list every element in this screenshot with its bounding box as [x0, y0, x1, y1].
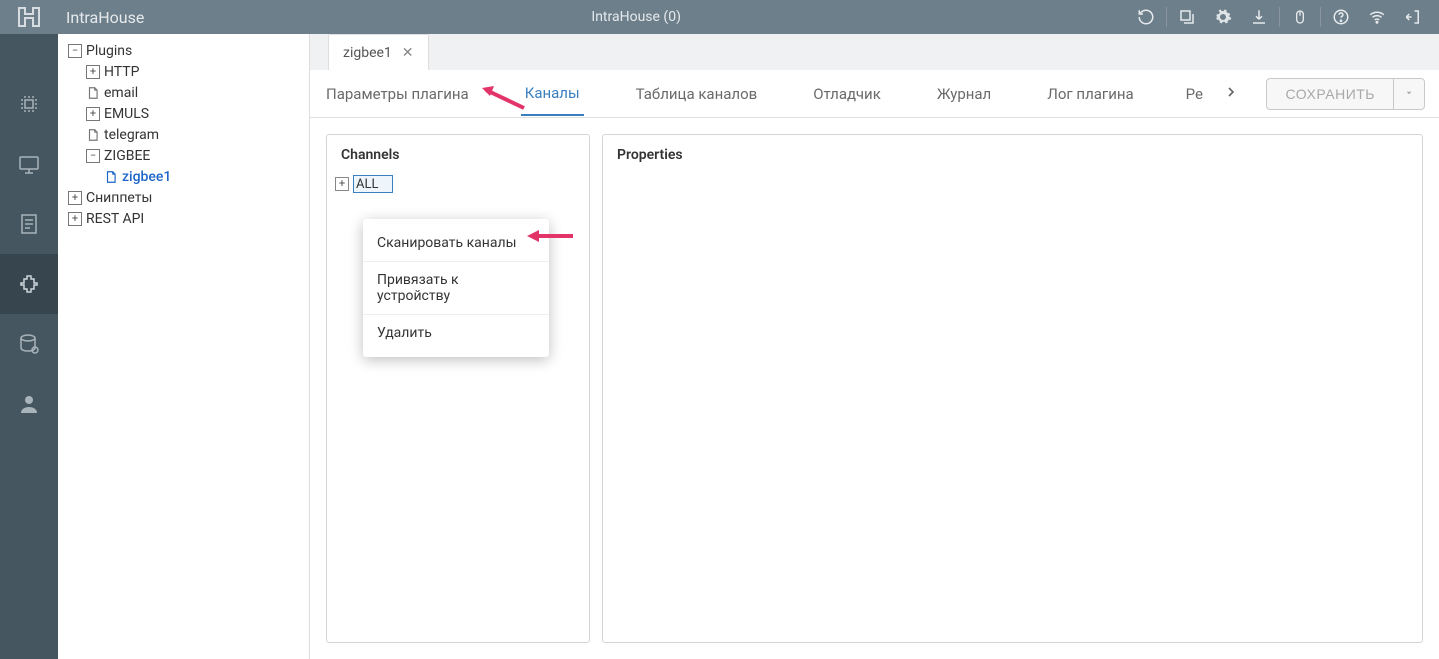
help-icon[interactable]	[1323, 0, 1359, 34]
expand-icon[interactable]: +	[68, 212, 82, 226]
subtab-partial[interactable]: Ре	[1186, 73, 1208, 115]
subtab-table[interactable]: Таблица каналов	[632, 73, 762, 115]
expand-icon[interactable]: +	[86, 65, 100, 79]
tree-item-emuls[interactable]: + EMULS	[58, 103, 309, 124]
tree-panel: − Plugins + HTTP email + EMULS telegram …	[58, 34, 310, 659]
tree-item-zigbee1[interactable]: zigbee1	[58, 166, 309, 187]
app-logo-icon	[15, 4, 43, 30]
context-menu-bind[interactable]: Привязать к устройству	[363, 261, 549, 314]
expand-icon[interactable]: +	[86, 107, 100, 121]
subtabs: Параметры плагина Каналы Таблица каналов…	[310, 70, 1439, 118]
rail-item-monitor[interactable]	[0, 134, 58, 194]
tree-item-email[interactable]: email	[58, 82, 309, 103]
left-rail	[0, 34, 58, 659]
wifi-icon[interactable]	[1359, 0, 1395, 34]
separator	[1279, 7, 1280, 27]
subtab-params[interactable]: Параметры плагина	[322, 73, 473, 115]
close-icon[interactable]: ✕	[402, 45, 414, 61]
subtab-log[interactable]: Лог плагина	[1043, 73, 1137, 115]
topbar: IntraHouse IntraHouse (0)	[0, 0, 1439, 34]
expand-icon[interactable]: +	[68, 191, 82, 205]
annotation-arrow-icon	[480, 86, 526, 112]
channels-panel-title: Channels	[327, 135, 589, 175]
window-title: IntraHouse (0)	[144, 9, 1128, 25]
save-button-group: СОХРАНИТЬ	[1266, 78, 1425, 110]
context-menu-delete[interactable]: Удалить	[363, 314, 549, 351]
separator	[1166, 7, 1167, 27]
download-icon[interactable]	[1241, 0, 1277, 34]
channels-panel: Channels + ALL Сканировать каналы Привяз…	[326, 134, 590, 643]
channels-root-label[interactable]: ALL	[353, 175, 393, 193]
expand-icon[interactable]: +	[335, 177, 349, 191]
rail-item-user[interactable]	[0, 374, 58, 434]
tab-label: zigbee1	[343, 45, 392, 61]
tree-item-http[interactable]: + HTTP	[58, 61, 309, 82]
save-dropdown-button[interactable]	[1394, 78, 1425, 110]
mouse-icon[interactable]	[1282, 0, 1318, 34]
rail-item-document[interactable]	[0, 194, 58, 254]
rail-item-dashboard[interactable]	[0, 74, 58, 134]
tree-item-telegram[interactable]: telegram	[58, 124, 309, 145]
channels-root-row[interactable]: + ALL	[335, 175, 581, 193]
collapse-icon[interactable]: −	[68, 44, 82, 58]
subtab-debugger[interactable]: Отладчик	[809, 73, 885, 115]
app-title: IntraHouse	[58, 8, 144, 27]
content-area: zigbee1 ✕ Параметры плагина Каналы Табли…	[310, 34, 1439, 659]
collapse-icon[interactable]: −	[86, 149, 100, 163]
tabstrip: zigbee1 ✕	[310, 34, 1439, 70]
file-icon	[86, 86, 100, 100]
properties-panel: Properties	[602, 134, 1423, 643]
rail-item-database[interactable]	[0, 314, 58, 374]
tree-item-restapi[interactable]: + REST API	[58, 208, 309, 229]
save-button[interactable]: СОХРАНИТЬ	[1266, 78, 1394, 110]
rail-item-plugins[interactable]	[0, 254, 58, 314]
chevron-right-icon[interactable]	[1223, 84, 1239, 104]
refresh-icon[interactable]	[1128, 0, 1164, 34]
properties-panel-title: Properties	[603, 135, 1422, 175]
context-menu-scan[interactable]: Сканировать каналы	[363, 225, 549, 261]
gear-icon[interactable]	[1205, 0, 1241, 34]
file-icon	[86, 128, 100, 142]
tree-item-zigbee[interactable]: − ZIGBEE	[58, 145, 309, 166]
logo-area	[0, 4, 58, 30]
separator	[1320, 7, 1321, 27]
subtab-channels[interactable]: Каналы	[521, 72, 584, 116]
logout-icon[interactable]	[1395, 0, 1431, 34]
panels-area: Channels + ALL Сканировать каналы Привяз…	[310, 118, 1439, 659]
subtab-journal[interactable]: Журнал	[933, 73, 995, 115]
tab-zigbee1[interactable]: zigbee1 ✕	[328, 34, 429, 70]
tree-root-plugins[interactable]: − Plugins	[58, 40, 309, 61]
topbar-actions	[1128, 0, 1439, 34]
export-icon[interactable]	[1169, 0, 1205, 34]
context-menu: Сканировать каналы Привязать к устройств…	[363, 219, 549, 357]
tree-item-snippets[interactable]: + Сниппеты	[58, 187, 309, 208]
file-icon	[104, 170, 118, 184]
